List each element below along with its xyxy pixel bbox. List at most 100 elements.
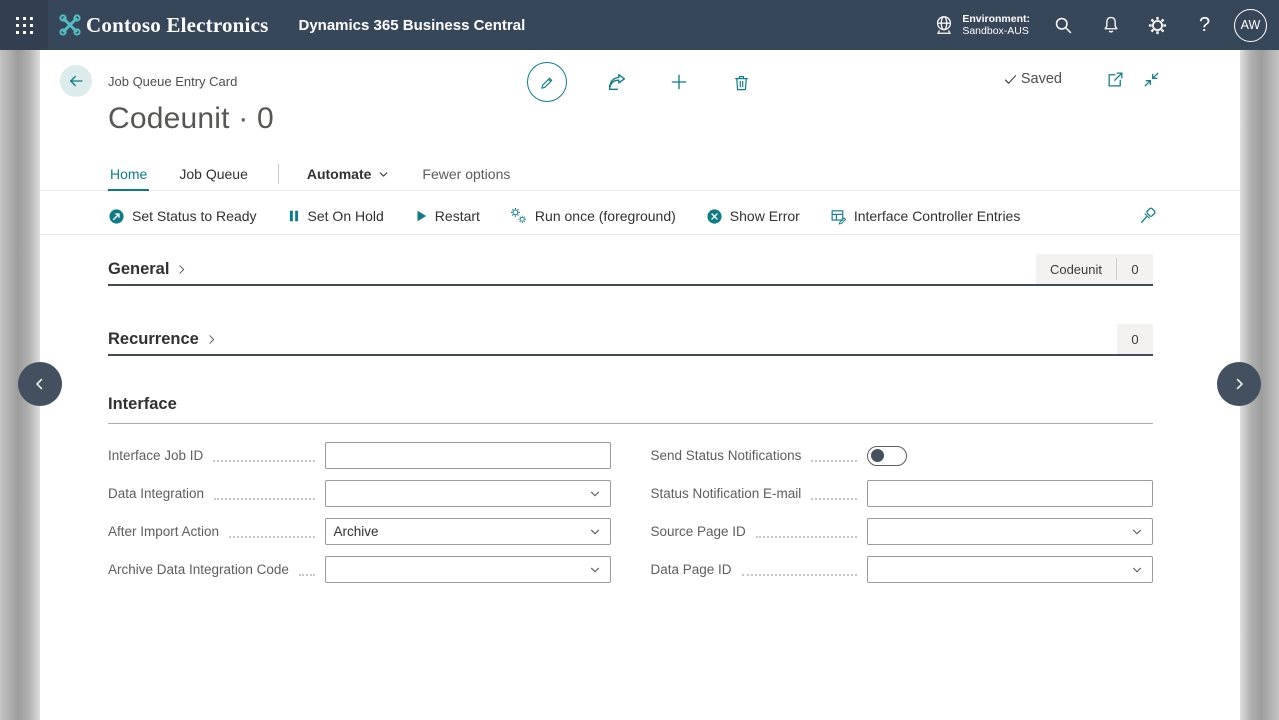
environment-globe-icon: [933, 14, 955, 36]
section-recurrence-title: Recurrence: [108, 330, 199, 349]
environment-name: Sandbox-AUS: [962, 25, 1030, 37]
section-recurrence[interactable]: Recurrence 0: [108, 323, 1153, 356]
settings-gear-icon: [1147, 15, 1168, 36]
chevron-right-icon: [205, 333, 218, 346]
add-icon: [669, 72, 689, 92]
dotted-leader: [229, 536, 314, 538]
section-general-title: General: [108, 260, 169, 279]
field-label: Send Status Notifications: [651, 448, 802, 463]
action-set-status-to-ready[interactable]: Set Status to Ready: [108, 208, 257, 225]
interface-fields-grid: Interface Job ID Send Status Notificatio…: [108, 442, 1153, 583]
dotted-leader: [214, 498, 314, 500]
source-page-id-select[interactable]: [867, 518, 1153, 545]
help-button[interactable]: ?: [1181, 0, 1228, 50]
after-import-action-select[interactable]: Archive: [325, 518, 611, 545]
collapse-button[interactable]: [1140, 68, 1162, 90]
settings-button[interactable]: [1134, 0, 1181, 50]
interface-job-id-input[interactable]: [325, 442, 611, 469]
field-label: After Import Action: [108, 524, 219, 539]
brand-home-link[interactable]: Contoso Electronics: [58, 13, 269, 38]
dotted-leader: [756, 536, 857, 538]
dotted-leader: [213, 460, 314, 462]
delete-button[interactable]: [729, 70, 753, 94]
section-interface: Interface: [108, 395, 1153, 424]
edit-pencil-icon: [539, 74, 556, 91]
app-launcher-button[interactable]: [0, 0, 48, 50]
pin-icon: [1138, 206, 1160, 226]
action-bar: Set Status to Ready Set On Hold Restart: [40, 198, 1240, 235]
section-general-badges: Codeunit 0: [1036, 254, 1153, 284]
field-send-status-notifications: Send Status Notifications: [651, 442, 1154, 469]
data-page-id-select[interactable]: [867, 556, 1153, 583]
field-source-page-id: Source Page ID: [651, 518, 1154, 545]
chevron-down-icon: [1130, 563, 1144, 577]
action-restart[interactable]: Restart: [414, 208, 480, 224]
job-queue-entry-card: Job Queue Entry Card: [40, 50, 1240, 720]
chevron-down-icon: [1130, 525, 1144, 539]
field-label: Archive Data Integration Code: [108, 562, 289, 577]
field-label: Source Page ID: [651, 524, 746, 539]
data-integration-select[interactable]: [325, 480, 611, 507]
save-status: Saved: [1003, 71, 1062, 87]
previous-record-button[interactable]: [18, 362, 62, 406]
dotted-leader: [742, 574, 857, 576]
play-icon: [414, 209, 428, 223]
archive-data-integration-code-select[interactable]: [325, 556, 611, 583]
delete-icon: [732, 73, 751, 92]
tab-home[interactable]: Home: [108, 166, 149, 191]
new-record-button[interactable]: [667, 70, 691, 94]
chevron-down-icon: [377, 168, 390, 181]
action-run-once-foreground[interactable]: Run once (foreground): [510, 207, 676, 225]
section-recurrence-badges: 0: [1117, 324, 1153, 354]
pin-action-bar-button[interactable]: [1138, 206, 1160, 228]
dotted-leader: [811, 460, 857, 462]
help-icon: ?: [1199, 14, 1210, 37]
saved-label: Saved: [1021, 71, 1062, 87]
action-show-error[interactable]: Show Error: [706, 208, 800, 225]
chevron-down-icon: [588, 563, 602, 577]
share-button[interactable]: [605, 70, 629, 94]
back-button[interactable]: [60, 65, 92, 97]
environment-picker[interactable]: Environment: Sandbox-AUS: [933, 13, 1030, 37]
chevron-right-icon: [1230, 375, 1248, 393]
share-icon: [606, 71, 628, 93]
environment-label: Environment:: [962, 13, 1030, 25]
next-record-button[interactable]: [1217, 362, 1261, 406]
action-set-on-hold[interactable]: Set On Hold: [287, 208, 384, 224]
back-arrow-icon: [67, 72, 85, 90]
entries-table-icon: [830, 208, 847, 225]
menu-tab-strip: Home Job Queue Automate Fewer options: [40, 162, 1240, 191]
field-label: Interface Job ID: [108, 448, 203, 463]
run-once-gears-icon: [510, 207, 528, 225]
field-archive-data-integration-code: Archive Data Integration Code: [108, 556, 611, 583]
notifications-button[interactable]: [1087, 0, 1134, 50]
app-title[interactable]: Dynamics 365 Business Central: [299, 17, 526, 34]
collapse-icon: [1142, 70, 1161, 89]
top-navigation-bar: Contoso Electronics Dynamics 365 Busines…: [0, 0, 1279, 50]
general-object-type-badge: Codeunit: [1036, 254, 1116, 284]
send-status-notifications-toggle[interactable]: [867, 446, 907, 466]
open-in-window-icon: [1106, 70, 1125, 89]
chevron-down-icon: [588, 487, 602, 501]
field-label: Status Notification E-mail: [651, 486, 802, 501]
tab-job-queue[interactable]: Job Queue: [177, 166, 250, 190]
tab-fewer-options[interactable]: Fewer options: [420, 166, 512, 190]
page-caption: Job Queue Entry Card: [108, 74, 237, 89]
recurrence-count-badge: 0: [1117, 324, 1153, 354]
action-interface-controller-entries[interactable]: Interface Controller Entries: [830, 208, 1021, 225]
tab-automate[interactable]: Automate: [305, 166, 393, 190]
error-circle-icon: [706, 208, 723, 225]
account-avatar[interactable]: AW: [1234, 9, 1267, 42]
section-general[interactable]: General Codeunit 0: [108, 253, 1153, 286]
dotted-leader: [299, 574, 315, 576]
app-launcher-icon: [16, 17, 33, 34]
edit-button[interactable]: [527, 62, 567, 102]
field-data-page-id: Data Page ID: [651, 556, 1154, 583]
search-button[interactable]: [1040, 0, 1087, 50]
field-status-notification-email: Status Notification E-mail: [651, 480, 1154, 507]
status-ready-icon: [108, 208, 125, 225]
open-in-window-button[interactable]: [1104, 68, 1126, 90]
status-notification-email-input[interactable]: [867, 480, 1153, 507]
notifications-bell-icon: [1101, 15, 1121, 35]
field-data-integration: Data Integration: [108, 480, 611, 507]
